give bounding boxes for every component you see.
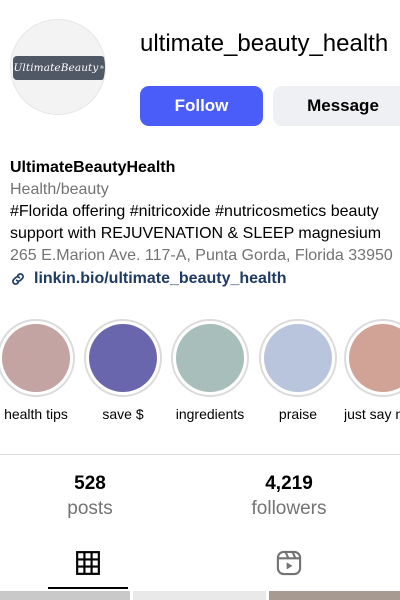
bio-text-line-1: #Florida offering #nitricoxide #nutricos… — [10, 203, 379, 220]
highlight-cover — [176, 324, 244, 392]
stat-posts[interactable]: 528 posts — [10, 472, 170, 522]
highlight-ring — [84, 319, 162, 397]
highlight-cover — [2, 324, 70, 392]
highlight-label: just say n — [344, 406, 400, 422]
highlight-cover — [89, 324, 157, 392]
avatar-logo-mark: ® — [99, 65, 105, 71]
highlight-cover — [264, 324, 332, 392]
avatar-logo-text: UltimateBeauty — [13, 62, 99, 74]
highlight-label: save $ — [102, 406, 144, 422]
highlight-label: ingredients — [175, 406, 245, 422]
followers-count: 4,219 — [265, 473, 313, 494]
bio-link[interactable]: linkin.bio/ultimate_beauty_health — [10, 267, 400, 291]
highlight-ring — [344, 319, 400, 397]
highlight-ingredients[interactable]: ingredients — [170, 319, 250, 429]
posts-label: posts — [67, 498, 113, 519]
bio-category: Health/beauty — [10, 181, 109, 198]
highlight-save[interactable]: save $ — [83, 319, 163, 429]
message-button[interactable]: Message — [273, 86, 400, 126]
highlight-just-say-no[interactable]: just say n — [344, 319, 400, 429]
profile-username: ultimate_beauty_health — [140, 30, 389, 57]
highlight-ring — [171, 319, 249, 397]
bio-text-line-2: support with REJUVENATION & SLEEP magnes… — [10, 225, 382, 242]
stat-followers[interactable]: 4,219 followers — [209, 472, 369, 522]
post-thumbnail[interactable] — [133, 591, 266, 600]
highlight-label: praise — [278, 406, 318, 422]
bio-address: 265 E.Marion Ave. 117-A, Punta Gorda, Fl… — [10, 247, 393, 264]
follow-button[interactable]: Follow — [140, 86, 263, 126]
reels-icon — [276, 550, 302, 576]
tab-active-indicator — [48, 587, 128, 589]
grid-icon — [76, 551, 100, 575]
bio-link-text: linkin.bio/ultimate_beauty_health — [34, 270, 287, 287]
avatar-logo: UltimateBeauty ® — [13, 56, 105, 80]
highlight-label: health tips — [4, 406, 68, 422]
highlight-health-tips[interactable]: health tips — [0, 319, 76, 429]
bio-name: UltimateBeautyHealth — [10, 159, 176, 176]
tab-reels[interactable] — [249, 543, 329, 583]
posts-count: 528 — [74, 473, 106, 494]
highlight-cover — [349, 324, 400, 392]
avatar[interactable]: UltimateBeauty ® — [10, 19, 106, 115]
tab-grid[interactable] — [48, 543, 128, 583]
highlight-ring — [259, 319, 337, 397]
link-icon — [12, 273, 24, 285]
highlight-ring — [0, 319, 75, 397]
post-thumbnail[interactable] — [0, 591, 130, 600]
bio: UltimateBeautyHealth Health/beauty #Flor… — [10, 157, 400, 291]
followers-label: followers — [251, 498, 327, 519]
highlight-praise[interactable]: praise — [258, 319, 338, 429]
post-thumbnail[interactable] — [269, 591, 400, 600]
divider — [0, 454, 400, 455]
